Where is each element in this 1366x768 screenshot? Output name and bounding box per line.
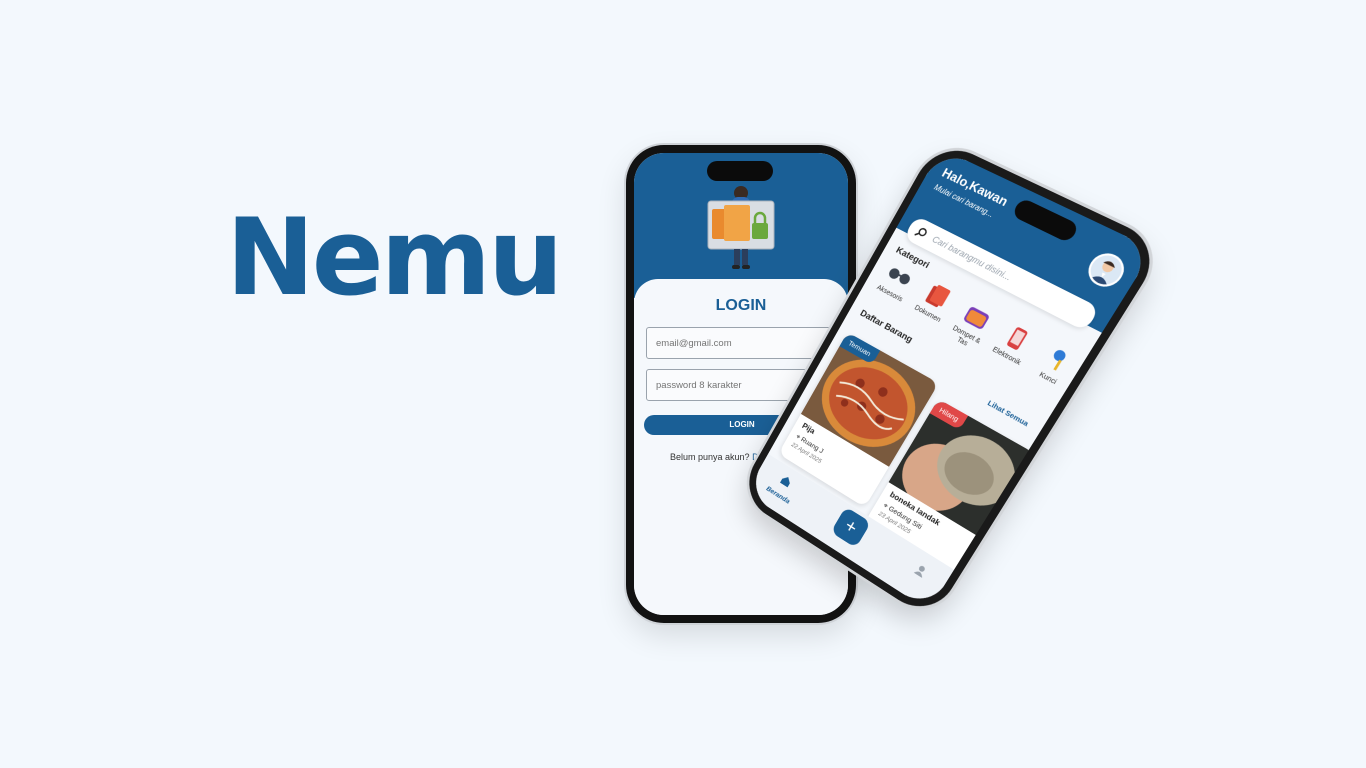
see-all-link[interactable]: Lihat Semua [986, 398, 1030, 428]
login-header [634, 153, 848, 298]
email-field[interactable] [646, 327, 834, 359]
item-name: Pija [801, 421, 817, 436]
home-icon [779, 473, 793, 488]
nav-profile[interactable] [910, 562, 929, 583]
dynamic-island [1011, 197, 1080, 243]
security-illustration-icon [706, 185, 776, 271]
login-title: LOGIN [634, 297, 848, 315]
dynamic-island [707, 161, 773, 181]
no-account-text: Belum punya akun? [670, 452, 750, 462]
brand-title: Nemu [226, 196, 561, 319]
user-icon [913, 562, 929, 578]
add-item-button[interactable]: + [831, 507, 871, 548]
avatar[interactable] [1082, 248, 1131, 292]
user-avatar-icon [1085, 251, 1127, 290]
nav-home[interactable]: Beranda [765, 468, 801, 505]
